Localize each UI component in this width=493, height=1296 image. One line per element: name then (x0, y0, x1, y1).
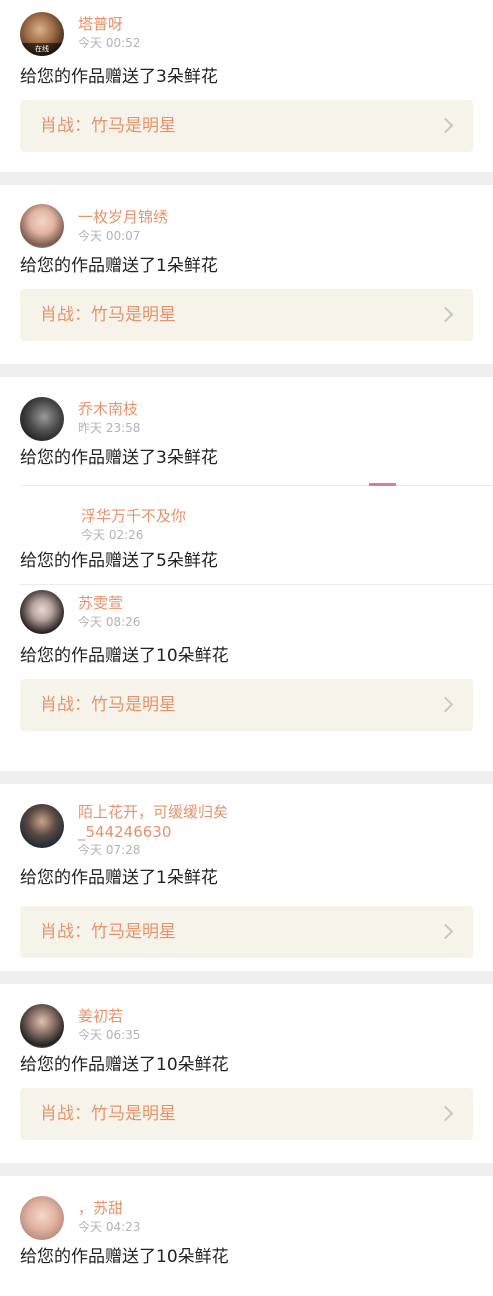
timestamp: 今天 02:26 (81, 528, 144, 542)
gift-message: 给您的作品赠送了10朵鲜花 (20, 646, 229, 666)
avatar[interactable] (20, 204, 64, 248)
user-name-line: 陌上花开，可缓缓归矣 (78, 803, 229, 821)
card-separator (0, 172, 493, 185)
user-name[interactable]: 浮华万千不及你 (81, 506, 473, 526)
gift-message: 给您的作品赠送了5朵鲜花 (20, 551, 218, 571)
user-row[interactable]: 在线 塔普呀 今天 00:52 (0, 0, 493, 60)
gift-card: 陌上花开，可缓缓归矣 _544246630 今天 07:28 给您的作品赠送了1… (0, 784, 493, 971)
work-link[interactable]: 肖战：竹马是明星 (20, 679, 473, 731)
gift-card: 在线 塔普呀 今天 00:52 给您的作品赠送了3朵鲜花 肖战：竹马是明星 (0, 0, 493, 172)
user-row[interactable]: ，苏甜 今天 04:23 (0, 1176, 493, 1240)
avatar-caption: 在线 (20, 43, 64, 56)
gift-card: 一枚岁月锦绣 今天 00:07 给您的作品赠送了1朵鲜花 肖战：竹马是明星 (0, 185, 493, 364)
user-name-line: _544246630 (78, 823, 172, 841)
user-name[interactable]: ，苏甜 (78, 1198, 473, 1218)
user-row[interactable]: 一枚岁月锦绣 今天 00:07 (0, 185, 493, 249)
gift-message: 给您的作品赠送了3朵鲜花 (20, 448, 218, 468)
user-row[interactable]: 浮华万千不及你 今天 02:26 (0, 486, 493, 544)
work-title: 肖战：竹马是明星 (40, 116, 176, 136)
user-name[interactable]: 姜初若 (78, 1006, 473, 1026)
user-name[interactable]: 苏雯萱 (78, 593, 473, 613)
chevron-right-icon (437, 1105, 454, 1122)
user-row[interactable]: 姜初若 今天 06:35 (0, 984, 493, 1048)
work-link[interactable]: 肖战：竹马是明星 (20, 906, 473, 958)
work-title: 肖战：竹马是明星 (40, 695, 176, 715)
gift-message: 给您的作品赠送了10朵鲜花 (20, 1247, 229, 1267)
gift-message: 给您的作品赠送了1朵鲜花 (20, 256, 218, 276)
timestamp: 今天 07:28 (78, 843, 141, 857)
user-name[interactable]: 陌上花开，可缓缓归矣 _544246630 (78, 802, 473, 842)
card-separator (0, 1163, 493, 1176)
work-link[interactable]: 肖战：竹马是明星 (20, 289, 473, 341)
card-separator (0, 771, 493, 784)
timestamp: 昨天 23:58 (78, 421, 141, 435)
user-row[interactable]: 苏雯萱 今天 08:26 (0, 585, 493, 639)
gift-message: 给您的作品赠送了3朵鲜花 (20, 67, 218, 87)
work-link[interactable]: 肖战：竹马是明星 (20, 100, 473, 152)
chevron-right-icon (437, 117, 454, 134)
avatar[interactable] (20, 397, 64, 441)
work-title: 肖战：竹马是明星 (40, 922, 176, 942)
chevron-right-icon (437, 696, 454, 713)
gift-message: 给您的作品赠送了1朵鲜花 (20, 868, 218, 888)
user-row[interactable]: 乔木南枝 昨天 23:58 (0, 377, 493, 441)
timestamp: 今天 06:35 (78, 1028, 141, 1042)
gift-card: 姜初若 今天 06:35 给您的作品赠送了10朵鲜花 肖战：竹马是明星 (0, 984, 493, 1163)
work-link[interactable]: 肖战：竹马是明星 (20, 1088, 473, 1140)
user-name[interactable]: 一枚岁月锦绣 (78, 207, 473, 227)
timestamp: 今天 00:07 (78, 229, 141, 243)
gift-card: 乔木南枝 昨天 23:58 给您的作品赠送了3朵鲜花 浮华万千不及你 今天 02… (0, 377, 493, 771)
user-row[interactable]: 陌上花开，可缓缓归矣 _544246630 今天 07:28 (0, 784, 493, 864)
user-name[interactable]: 乔木南枝 (78, 399, 473, 419)
avatar[interactable] (20, 590, 64, 634)
avatar[interactable] (20, 1196, 64, 1240)
timestamp: 今天 08:26 (78, 615, 141, 629)
avatar[interactable] (20, 1004, 64, 1048)
avatar[interactable]: 在线 (20, 12, 64, 56)
timestamp: 今天 00:52 (78, 36, 141, 50)
timestamp: 今天 04:23 (78, 1220, 141, 1234)
chevron-right-icon (437, 306, 454, 323)
chevron-right-icon (437, 923, 454, 940)
gift-card: ，苏甜 今天 04:23 给您的作品赠送了10朵鲜花 (0, 1176, 493, 1296)
card-separator (0, 971, 493, 984)
gift-message: 给您的作品赠送了10朵鲜花 (20, 1055, 229, 1075)
card-separator (0, 364, 493, 377)
work-title: 肖战：竹马是明星 (40, 1104, 176, 1124)
user-name[interactable]: 塔普呀 (78, 14, 473, 34)
avatar[interactable] (20, 804, 64, 848)
work-title: 肖战：竹马是明星 (40, 305, 176, 325)
